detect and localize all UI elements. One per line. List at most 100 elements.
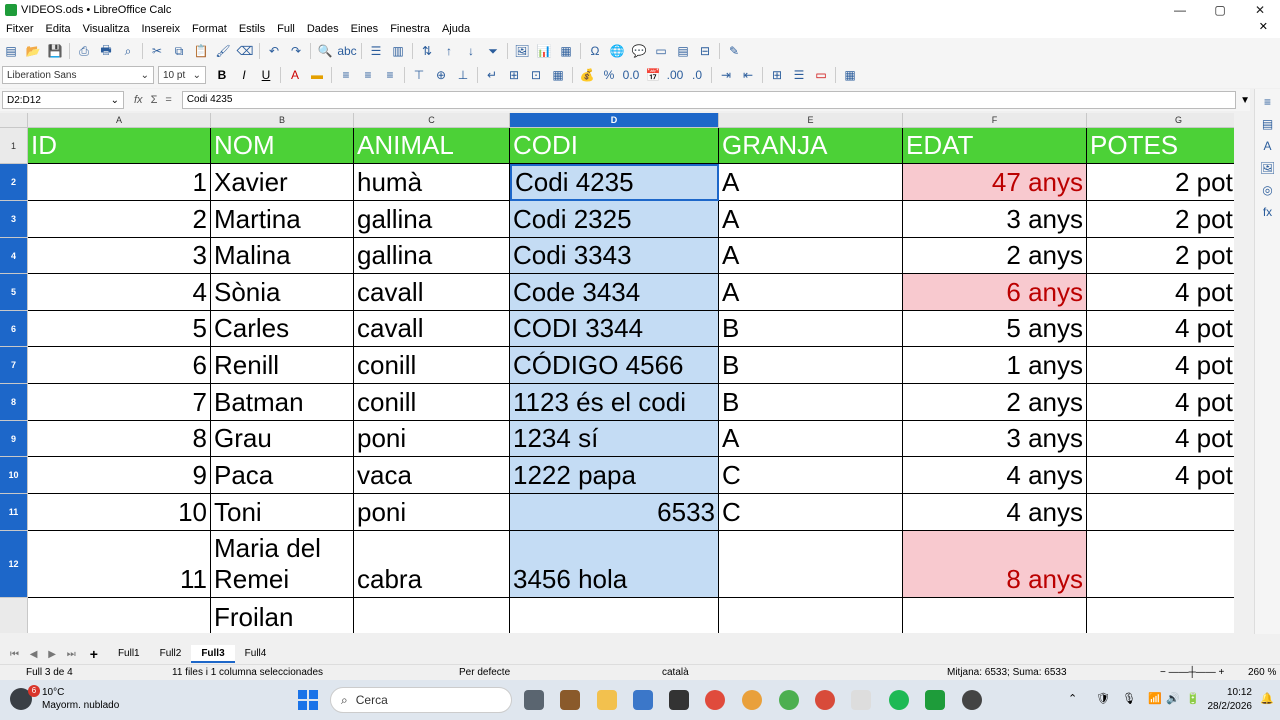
cell-id[interactable]: 10 [28, 494, 211, 531]
percent-icon[interactable]: % [601, 67, 617, 83]
zoom-slider[interactable]: − ——┼—— + [1160, 667, 1224, 678]
sheet-tab-full1[interactable]: Full1 [108, 645, 150, 663]
column-header-g[interactable]: G [1087, 113, 1234, 128]
cell-codi[interactable]: CÓDIGO 4566 [510, 347, 719, 384]
cell-granja[interactable]: B [719, 347, 903, 384]
align-center-icon[interactable]: ≡ [360, 67, 376, 83]
cell-id[interactable]: 4 [28, 274, 211, 311]
export-pdf-icon[interactable]: ⎙ [76, 43, 92, 59]
sheet-tab-full3[interactable]: Full3 [191, 645, 235, 663]
cell-nom[interactable]: Batman [211, 384, 354, 421]
calc-taskbar-icon[interactable] [925, 690, 945, 710]
cell-potes[interactable]: 4 pot [1087, 421, 1234, 457]
navigator-icon[interactable]: ◎ [1260, 183, 1276, 199]
start-button[interactable] [298, 690, 318, 710]
expand-formula-icon[interactable]: ▼ [1240, 95, 1250, 106]
sheet-tab-full4[interactable]: Full4 [235, 645, 277, 663]
minimize-button[interactable]: — [1160, 0, 1200, 20]
cell-edat[interactable]: 8 anys [903, 531, 1087, 598]
hyperlink-icon[interactable]: 🌐 [609, 43, 625, 59]
header-cell-id[interactable]: ID [28, 128, 211, 164]
save-icon[interactable]: 💾 [47, 43, 63, 59]
next-sheet-icon[interactable]: ▶ [48, 649, 56, 660]
maximize-button[interactable]: ▢ [1200, 0, 1240, 20]
close-document-icon[interactable]: ✕ [1253, 20, 1274, 33]
menu-icon[interactable]: ≡ [1260, 95, 1276, 111]
app-icon[interactable] [560, 690, 580, 710]
cell-nom[interactable]: Paca [211, 457, 354, 494]
spreadsheet-grid[interactable]: A B C D E F G 1 ID NOM ANIMAL CODI GRANJ… [0, 113, 1234, 633]
cell-codi[interactable]: CODI 3344 [510, 311, 719, 347]
cell-animal[interactable]: cabra [354, 531, 510, 598]
clone-format-icon[interactable]: 🖌 [215, 43, 231, 59]
spotify-icon[interactable] [889, 690, 909, 710]
align-left-icon[interactable]: ≡ [338, 67, 354, 83]
column-header-b[interactable]: B [211, 113, 354, 128]
cell-nom[interactable]: Malina [211, 238, 354, 274]
wrap-text-icon[interactable]: ↵ [484, 67, 500, 83]
cell-granja[interactable]: A [719, 421, 903, 457]
cell-id[interactable]: 3 [28, 238, 211, 274]
font-name-box[interactable]: Liberation Sans ⌄ [2, 66, 154, 84]
row-header-1[interactable]: 1 [0, 128, 28, 164]
header-footer-icon[interactable]: ▭ [653, 43, 669, 59]
cell-animal[interactable]: cavall [354, 274, 510, 311]
freeze-icon[interactable]: ▤ [675, 43, 691, 59]
cell-animal[interactable]: poni [354, 421, 510, 457]
task-view-icon[interactable] [524, 690, 544, 710]
row-header-3[interactable]: 3 [0, 201, 28, 238]
chrome-icon[interactable] [705, 690, 725, 710]
system-clock[interactable]: 10:12 28/2/2026 [1208, 686, 1253, 714]
cell-id[interactable] [28, 598, 211, 633]
merge-cells-icon[interactable]: ⊡ [528, 67, 544, 83]
cell-edat[interactable]: 4 anys [903, 494, 1087, 531]
app-icon[interactable] [962, 690, 982, 710]
cell-animal[interactable]: vaca [354, 457, 510, 494]
menu-edita[interactable]: Edita [40, 23, 77, 35]
column-header-c[interactable]: C [354, 113, 510, 128]
cell-potes[interactable]: 2 pot [1087, 164, 1234, 201]
cell-id[interactable]: 5 [28, 311, 211, 347]
italic-icon[interactable]: I [236, 67, 252, 83]
border-color-icon[interactable]: ▭ [813, 67, 829, 83]
cell-potes[interactable] [1087, 531, 1234, 598]
chrome-icon[interactable] [815, 690, 835, 710]
column-header-d[interactable]: D [510, 113, 719, 128]
font-color-icon[interactable]: A [287, 67, 303, 83]
delete-decimal-icon[interactable]: .0 [689, 67, 705, 83]
cell-potes[interactable]: 4 pot [1087, 384, 1234, 421]
cell-animal[interactable]: conill [354, 384, 510, 421]
cell-animal[interactable]: gallina [354, 201, 510, 238]
chrome-icon[interactable] [779, 690, 799, 710]
align-top-icon[interactable]: ⊤ [411, 67, 427, 83]
cell-potes[interactable]: 4 pot [1087, 457, 1234, 494]
cut-icon[interactable]: ✂ [149, 43, 165, 59]
cell-codi[interactable]: Codi 3343 [510, 238, 719, 274]
cell-animal[interactable]: gallina [354, 238, 510, 274]
sum-icon[interactable]: Σ [151, 94, 158, 106]
row-header-8[interactable]: 8 [0, 384, 28, 421]
cell-nom[interactable]: Carles [211, 311, 354, 347]
sheet-tab-full2[interactable]: Full2 [150, 645, 192, 663]
cell-id[interactable]: 1 [28, 164, 211, 201]
security-icon[interactable]: 🛡 [1096, 692, 1110, 705]
file-explorer-icon[interactable] [597, 690, 617, 710]
cell-granja[interactable] [719, 598, 903, 633]
cell-id[interactable]: 7 [28, 384, 211, 421]
sort-icon[interactable]: ⇅ [419, 43, 435, 59]
cell-edat[interactable]: 3 anys [903, 421, 1087, 457]
undo-icon[interactable]: ↶ [266, 43, 282, 59]
row-header-7[interactable]: 7 [0, 347, 28, 384]
cell-granja[interactable]: B [719, 384, 903, 421]
cell-id[interactable]: 11 [28, 531, 211, 598]
cell-nom[interactable]: Toni [211, 494, 354, 531]
cell-edat[interactable]: 47 anys [903, 164, 1087, 201]
split-window-icon[interactable]: ⊟ [697, 43, 713, 59]
cell-animal[interactable] [354, 598, 510, 633]
print-icon[interactable]: 🖶 [98, 43, 114, 59]
cell-granja[interactable]: C [719, 457, 903, 494]
menu-estils[interactable]: Estils [233, 23, 271, 35]
gallery-icon[interactable]: 🖼 [1260, 161, 1276, 177]
row-header-12[interactable]: 12 [0, 531, 28, 598]
header-cell-edat[interactable]: EDAT [903, 128, 1087, 164]
